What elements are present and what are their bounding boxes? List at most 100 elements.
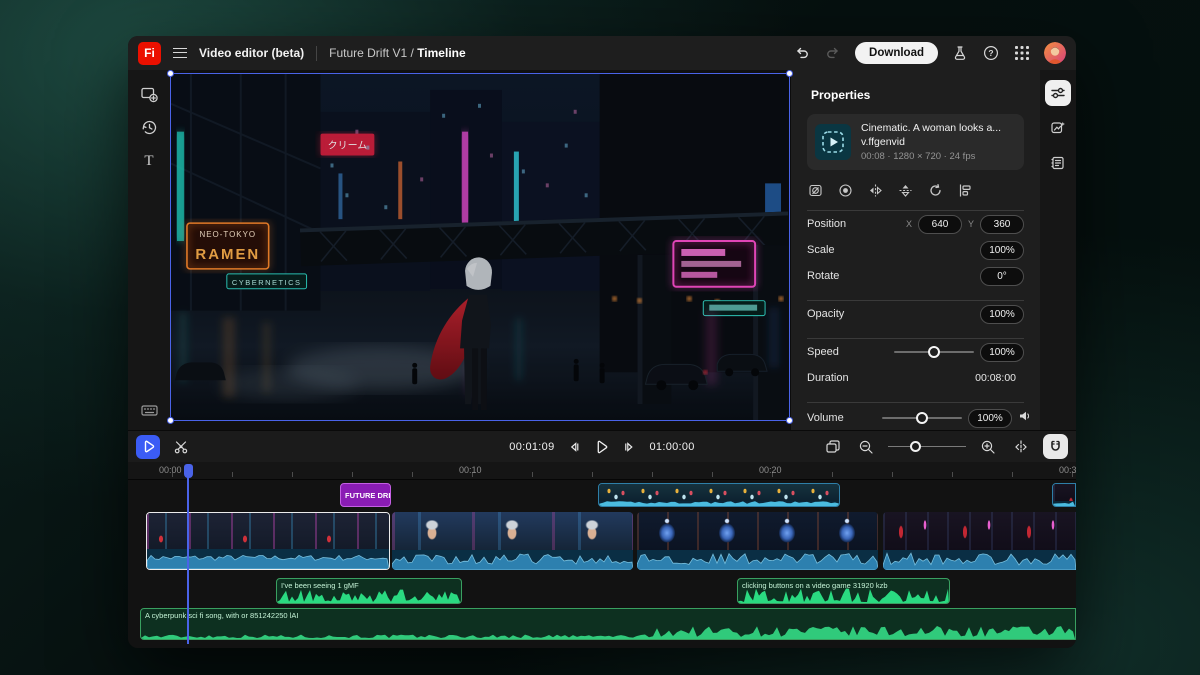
rotate-label: Rotate	[807, 270, 839, 282]
breadcrumb[interactable]: Future Drift V1 / Timeline	[329, 46, 466, 60]
add-media-icon[interactable]	[139, 84, 159, 104]
duration-row: Duration 00:08:00	[807, 365, 1024, 391]
overlay-video-clip[interactable]	[598, 483, 840, 507]
preview-canvas: クリーム	[170, 70, 790, 430]
music-clip-label: A cyberpunk sci fi song, with or 8512422…	[145, 611, 298, 620]
speed-input[interactable]: 100%	[980, 343, 1024, 362]
play-button[interactable]	[594, 439, 611, 455]
opacity-row: Opacity 100%	[807, 301, 1024, 327]
duration-label: Duration	[807, 372, 849, 384]
scale-input[interactable]: 100%	[980, 241, 1024, 260]
total-timecode: 01:00:00	[650, 441, 695, 453]
sfx-clip-label: clicking buttons on a video game 31920 k…	[742, 581, 888, 590]
editor-body: T	[128, 70, 1076, 430]
text-tool-icon[interactable]: T	[139, 150, 159, 170]
opacity-label: Opacity	[807, 308, 844, 320]
user-avatar[interactable]	[1044, 42, 1066, 64]
playhead[interactable]	[187, 464, 189, 644]
timeline-toolbar: 00:01:09 01:00:00	[128, 430, 1076, 462]
volume-label: Volume	[807, 412, 844, 424]
opacity-input[interactable]: 100%	[980, 305, 1024, 324]
text-clip-label: FUTURE DRI	[345, 491, 390, 500]
position-row: Position X 640 Y 360	[807, 211, 1024, 237]
undo-icon[interactable]	[793, 44, 811, 62]
speed-row: Speed 100%	[807, 339, 1024, 365]
timeline-zoom-slider[interactable]	[888, 440, 966, 454]
rotate-input[interactable]: 0°	[980, 267, 1024, 286]
redo-icon[interactable]	[824, 44, 842, 62]
snap-magnet-button[interactable]	[1043, 434, 1068, 459]
ruler-label: 00:00	[159, 465, 182, 475]
position-x-label: X	[906, 219, 912, 229]
clip-thumbnails	[883, 512, 1076, 550]
previous-frame-button[interactable]	[567, 440, 582, 454]
volume-slider[interactable]	[882, 411, 962, 425]
notes-panel-button[interactable]	[1045, 150, 1071, 176]
clip-tools-row	[807, 182, 1040, 199]
rotate-icon[interactable]	[927, 182, 944, 199]
zoom-out-icon[interactable]	[855, 436, 877, 458]
clip-thumbnails	[637, 512, 878, 550]
flip-vertical-icon[interactable]	[897, 182, 914, 199]
align-icon[interactable]	[957, 182, 974, 199]
selected-clip-card[interactable]: Cinematic. A woman looks a... v.ffgenvid…	[807, 114, 1024, 170]
position-x-input[interactable]: 640	[918, 215, 962, 234]
overlay-video-clip-partial[interactable]	[1052, 483, 1076, 507]
zoom-in-icon[interactable]	[977, 436, 999, 458]
select-tool-button[interactable]	[136, 435, 160, 459]
clip-meta: 00:08 · 1280 × 720 · 24 fps	[861, 151, 1016, 162]
beaker-icon[interactable]	[951, 44, 969, 62]
pointer-split-icon[interactable]	[1010, 436, 1032, 458]
hamburger-menu-icon[interactable]	[173, 48, 187, 58]
timeline-ruler[interactable]: 00:00 00:10 00:20 00:30	[128, 462, 1076, 480]
resize-handle-top-right[interactable]	[786, 70, 793, 77]
mask-icon[interactable]	[837, 182, 854, 199]
text-clip-future-drift[interactable]: FUTURE DRI	[340, 483, 391, 507]
ruler-label: 00:10	[459, 465, 482, 475]
svg-text:?: ?	[988, 48, 993, 58]
speed-label: Speed	[807, 346, 839, 358]
flip-horizontal-icon[interactable]	[867, 182, 884, 199]
video-preview[interactable]: クリーム	[170, 73, 790, 421]
split-scissors-icon[interactable]	[170, 436, 192, 458]
music-clip[interactable]: A cyberpunk sci fi song, with or 8512422…	[140, 608, 1076, 640]
svg-text:T: T	[144, 153, 153, 169]
crop-icon[interactable]	[807, 182, 824, 199]
scale-label: Scale	[807, 244, 835, 256]
speed-slider[interactable]	[894, 345, 974, 359]
position-y-input[interactable]: 360	[980, 215, 1024, 234]
video-clip-city[interactable]	[146, 512, 390, 570]
track-stack-icon[interactable]	[822, 436, 844, 458]
apps-grid-icon[interactable]	[1013, 44, 1031, 62]
volume-input[interactable]: 100%	[968, 409, 1012, 428]
clip-thumbnails	[147, 513, 389, 551]
speaker-icon[interactable]	[1018, 409, 1032, 428]
video-clip-woman-face[interactable]	[392, 512, 633, 570]
help-icon[interactable]: ?	[982, 44, 1000, 62]
playhead-handle[interactable]	[184, 464, 193, 478]
sfx-clip-label: I've been seeing 1 gMF	[281, 581, 359, 590]
video-clip-dark-street[interactable]	[883, 512, 1076, 570]
sfx-clip-2[interactable]: clicking buttons on a video game 31920 k…	[737, 578, 950, 604]
ruler-label: 00:20	[759, 465, 782, 475]
sfx-clip-1[interactable]: I've been seeing 1 gMF	[276, 578, 462, 604]
top-bar: Fi Video editor (beta) Future Drift V1 /…	[128, 36, 1076, 70]
position-label: Position	[807, 218, 846, 230]
keyboard-shortcuts-icon[interactable]	[139, 400, 159, 420]
scale-row: Scale 100%	[807, 237, 1024, 263]
app-window: Fi Video editor (beta) Future Drift V1 /…	[128, 36, 1076, 648]
properties-panel-button[interactable]	[1045, 80, 1071, 106]
resize-handle-bottom-left[interactable]	[167, 417, 174, 424]
properties-panel: Properties Cinematic. A woman looks a...…	[790, 70, 1040, 430]
breadcrumb-project[interactable]: Future Drift V1	[329, 46, 407, 60]
next-frame-button[interactable]	[623, 440, 638, 454]
download-button[interactable]: Download	[855, 42, 938, 64]
resize-handle-bottom-right[interactable]	[786, 417, 793, 424]
history-icon[interactable]	[139, 117, 159, 137]
firefly-logo[interactable]: Fi	[138, 42, 161, 65]
properties-title: Properties	[811, 88, 1040, 102]
generative-edit-button[interactable]	[1045, 115, 1071, 141]
video-clip-robot[interactable]	[637, 512, 878, 570]
resize-handle-top-left[interactable]	[167, 70, 174, 77]
divider	[316, 46, 317, 61]
